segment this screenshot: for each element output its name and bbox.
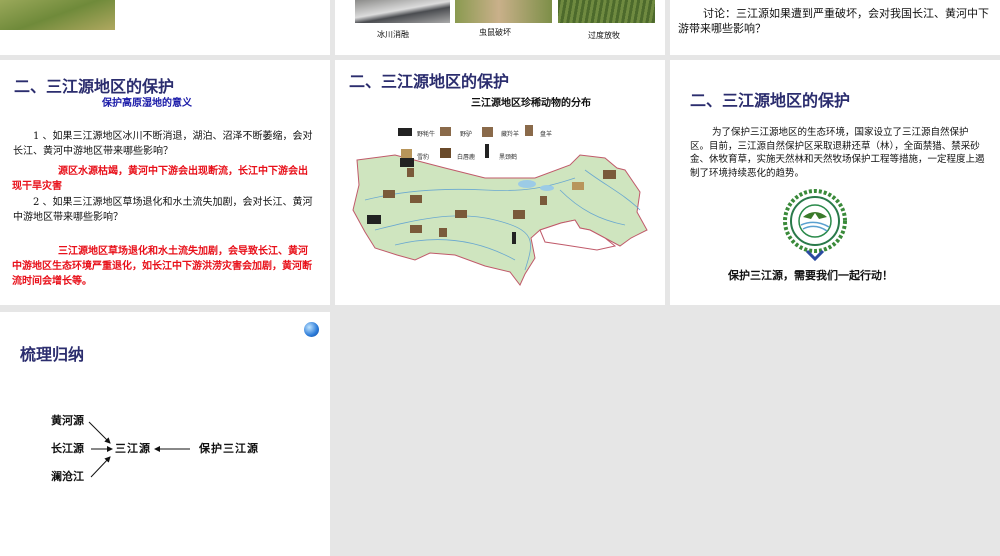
caption: 冰川消融: [377, 30, 409, 39]
legend-ass-icon: [440, 127, 451, 136]
slide-subtitle: 保护高原湿地的意义: [102, 98, 192, 109]
yak-marker: [367, 215, 381, 224]
deer-marker: [603, 170, 616, 179]
legend-label: 野驴: [460, 131, 473, 138]
slide-thumbnail-5[interactable]: 二、三江源地区的保护 三江源地区珍稀动物的分布 野牦牛 野驴 藏羚羊 盘羊 雪豹…: [335, 60, 665, 305]
legend-crane-icon: [485, 144, 489, 158]
glacier-image: [355, 0, 450, 23]
slogan: 保护三江源，需要我们一起行动！: [728, 269, 893, 282]
legend-yak-icon: [398, 128, 412, 136]
legend-label: 黑颈鹤: [499, 154, 518, 161]
slide-thumbnail-3[interactable]: 讨论：三江源如果遭到严重破坏，会对我国长江、黄河中下游带来哪些影响？: [670, 0, 1000, 55]
sanjiangyuan-emblem-logo: [783, 189, 847, 262]
argali-marker: [407, 168, 414, 177]
slide-thumbnail-4[interactable]: 二、三江源地区的保护 保护高原湿地的意义 1 、如果三江源地区冰川不断消退，湖泊…: [0, 60, 330, 305]
grassland-image: [0, 0, 115, 30]
discussion-text: 讨论：三江源如果遭到严重破坏，会对我国长江、黄河中下游带来哪些影响？: [678, 7, 989, 35]
body-text: 为了保护三江源地区的生态环境，国家设立了三江源自然保护区。目前，三江源自然保护区…: [690, 127, 985, 179]
legend-leopard-icon: [401, 149, 412, 158]
legend-antelope-icon: [482, 127, 493, 137]
slide-thumbnail-7[interactable]: 梳理归纳 黄河源 长江源 澜沧江 三江源 保护三江源: [0, 312, 330, 556]
question-2: 2 、如果三江源地区草场退化和水土流失加剧，会对长江、黄河中游地区带来哪些影响？: [13, 197, 313, 223]
answer-2: 三江源地区草场退化和水土流失加剧，会导致长江、黄河中游地区生态环境严重退化，如长…: [12, 246, 312, 287]
argali-marker: [439, 228, 447, 237]
slide-thumbnail-2[interactable]: 冰川消融 虫鼠破坏 过度放牧: [335, 0, 665, 55]
caption: 过度放牧: [588, 31, 620, 40]
legend-label: 藏羚羊: [501, 131, 520, 138]
answer-1: 源区水源枯竭，黄河中下游会出现断流，长江中下游会出现干旱灾害: [12, 166, 308, 192]
flow-arrows: [88, 421, 190, 478]
legend-label: 盘羊: [540, 131, 553, 138]
legend-label: 雪豹: [417, 154, 430, 161]
leopard-marker: [572, 182, 584, 190]
argali-marker: [540, 196, 547, 205]
overgrazing-image: [558, 0, 655, 23]
slide-title: 二、三江源地区的保护: [14, 77, 175, 96]
rodent-damage-image: [455, 0, 552, 23]
legend-deer-icon: [440, 148, 451, 158]
deer-marker: [513, 210, 525, 219]
arrow: [90, 456, 111, 478]
wild-ass-marker: [383, 190, 395, 198]
legend-argali-icon: [525, 125, 533, 136]
slide-title: 二、三江源地区的保护: [690, 91, 851, 110]
yak-marker: [400, 158, 414, 167]
slide-thumbnail-6[interactable]: 二、三江源地区的保护 为了保护三江源地区的生态环境，国家设立了三江源自然保护区。…: [670, 60, 1000, 305]
arrow: [88, 421, 111, 444]
antelope-marker: [455, 210, 467, 218]
antelope-marker: [410, 225, 422, 233]
legend-label: 野牦牛: [417, 131, 436, 138]
wild-ass-marker: [410, 195, 422, 203]
animal-distribution-map: [352, 125, 648, 286]
legend-label: 白唇鹿: [457, 154, 476, 161]
question-1: 1 、如果三江源地区冰川不断消退，湖泊、沼泽不断萎缩，会对长江、黄河中游地区带来…: [13, 131, 313, 157]
caption: 虫鼠破坏: [479, 28, 511, 37]
crane-marker: [512, 232, 516, 244]
slide-thumbnail-1[interactable]: [0, 0, 330, 55]
